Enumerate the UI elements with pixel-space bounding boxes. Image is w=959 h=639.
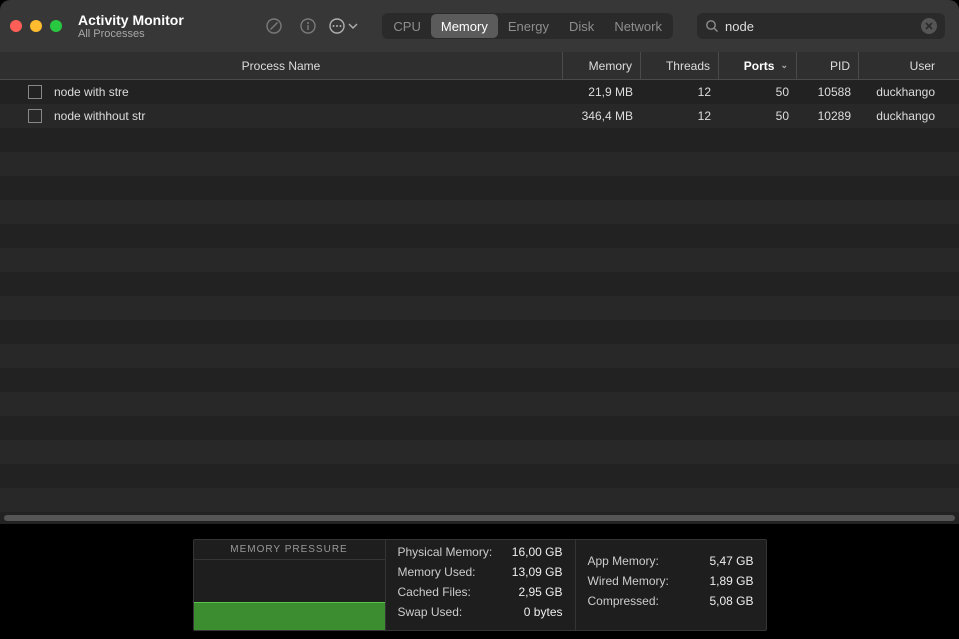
memory-pressure-fill	[194, 602, 385, 630]
memory-stats-left: Physical Memory: 16,00 GB Memory Used: 1…	[386, 540, 576, 630]
stat-value: 5,47 GB	[709, 554, 753, 568]
stat-value: 5,08 GB	[709, 594, 753, 608]
col-memory[interactable]: Memory	[563, 52, 641, 79]
stat-memory-used: Memory Used: 13,09 GB	[386, 562, 575, 582]
stat-app-memory: App Memory: 5,47 GB	[576, 542, 766, 571]
col-ports[interactable]: Ports ⌄	[719, 52, 797, 79]
cell-ports: 50	[719, 85, 797, 99]
stat-physical-memory: Physical Memory: 16,00 GB	[386, 542, 575, 562]
stat-swap-used: Swap Used: 0 bytes	[386, 602, 575, 622]
search-clear-button[interactable]	[921, 18, 937, 34]
title-block: Activity Monitor All Processes	[78, 12, 184, 40]
memory-pressure-box: MEMORY PRESSURE	[194, 540, 386, 630]
col-threads[interactable]: Threads	[641, 52, 719, 79]
stat-label: Cached Files:	[398, 585, 471, 599]
table-row[interactable]: node with stre 21,9 MB 12 50 10588 duckh…	[0, 80, 959, 104]
tab-bar: CPU Memory Energy Disk Network	[382, 13, 673, 39]
stat-label: Memory Used:	[398, 565, 476, 579]
tab-energy[interactable]: Energy	[498, 14, 559, 38]
cell-pid: 10588	[797, 85, 859, 99]
cell-user: duckhango	[859, 109, 959, 123]
cell-pid: 10289	[797, 109, 859, 123]
search-field[interactable]	[697, 13, 945, 39]
cell-process-name: node withhout str	[54, 109, 563, 123]
app-subtitle: All Processes	[78, 28, 184, 40]
tab-memory[interactable]: Memory	[431, 14, 498, 38]
close-icon	[925, 22, 933, 30]
process-icon	[28, 85, 42, 99]
memory-pressure-chart	[194, 559, 385, 630]
col-user[interactable]: User	[859, 52, 959, 79]
toolbar: Activity Monitor All Processes CPU Memor…	[0, 0, 959, 52]
stat-label: Compressed:	[588, 594, 659, 608]
stat-cached-files: Cached Files: 2,95 GB	[386, 582, 575, 602]
stat-value: 1,89 GB	[709, 574, 753, 588]
col-pid[interactable]: PID	[797, 52, 859, 79]
memory-pressure-label: MEMORY PRESSURE	[194, 540, 385, 559]
memory-summary-panel: MEMORY PRESSURE Physical Memory: 16,00 G…	[193, 539, 767, 631]
more-icon	[328, 17, 346, 35]
memory-stats-right: App Memory: 5,47 GB Wired Memory: 1,89 G…	[576, 540, 766, 630]
tab-network[interactable]: Network	[604, 14, 672, 38]
col-process-name[interactable]: Process Name	[0, 52, 563, 79]
stat-value: 16,00 GB	[512, 545, 563, 559]
cell-threads: 12	[641, 109, 719, 123]
stat-label: Wired Memory:	[588, 574, 669, 588]
chevron-down-icon	[348, 21, 358, 31]
tab-cpu[interactable]: CPU	[383, 14, 430, 38]
horizontal-scrollbar[interactable]	[0, 512, 959, 524]
process-icon	[28, 109, 42, 123]
stat-compressed: Compressed: 5,08 GB	[576, 591, 766, 611]
cell-process-name: node with stre	[54, 85, 563, 99]
stat-value: 2,95 GB	[518, 585, 562, 599]
scrollbar-thumb[interactable]	[4, 515, 955, 521]
fullscreen-window-button[interactable]	[50, 20, 62, 32]
stat-value: 0 bytes	[524, 605, 563, 619]
stop-icon	[265, 17, 283, 35]
process-table: node with stre 21,9 MB 12 50 10588 duckh…	[0, 80, 959, 512]
traffic-lights	[10, 20, 62, 32]
stat-label: App Memory:	[588, 554, 659, 568]
cell-memory: 346,4 MB	[563, 109, 641, 123]
stat-value: 13,09 GB	[512, 565, 563, 579]
stat-wired-memory: Wired Memory: 1,89 GB	[576, 571, 766, 591]
stat-label: Swap Used:	[398, 605, 463, 619]
options-menu-button[interactable]	[328, 17, 358, 35]
search-icon	[705, 19, 719, 33]
close-window-button[interactable]	[10, 20, 22, 32]
table-row[interactable]: node withhout str 346,4 MB 12 50 10289 d…	[0, 104, 959, 128]
table-rows: node with stre 21,9 MB 12 50 10588 duckh…	[0, 80, 959, 128]
sort-indicator-icon: ⌄	[780, 60, 788, 71]
app-title: Activity Monitor	[78, 12, 184, 28]
info-icon	[299, 17, 317, 35]
stat-label: Physical Memory:	[398, 545, 493, 559]
info-button[interactable]	[294, 12, 322, 40]
tab-disk[interactable]: Disk	[559, 14, 604, 38]
cell-ports: 50	[719, 109, 797, 123]
cell-user: duckhango	[859, 85, 959, 99]
cell-memory: 21,9 MB	[563, 85, 641, 99]
col-ports-label: Ports	[744, 59, 775, 73]
column-headers: Process Name Memory Threads Ports ⌄ PID …	[0, 52, 959, 80]
table-stripes	[0, 80, 959, 512]
stop-process-button[interactable]	[260, 12, 288, 40]
cell-threads: 12	[641, 85, 719, 99]
minimize-window-button[interactable]	[30, 20, 42, 32]
search-input[interactable]	[725, 19, 915, 34]
